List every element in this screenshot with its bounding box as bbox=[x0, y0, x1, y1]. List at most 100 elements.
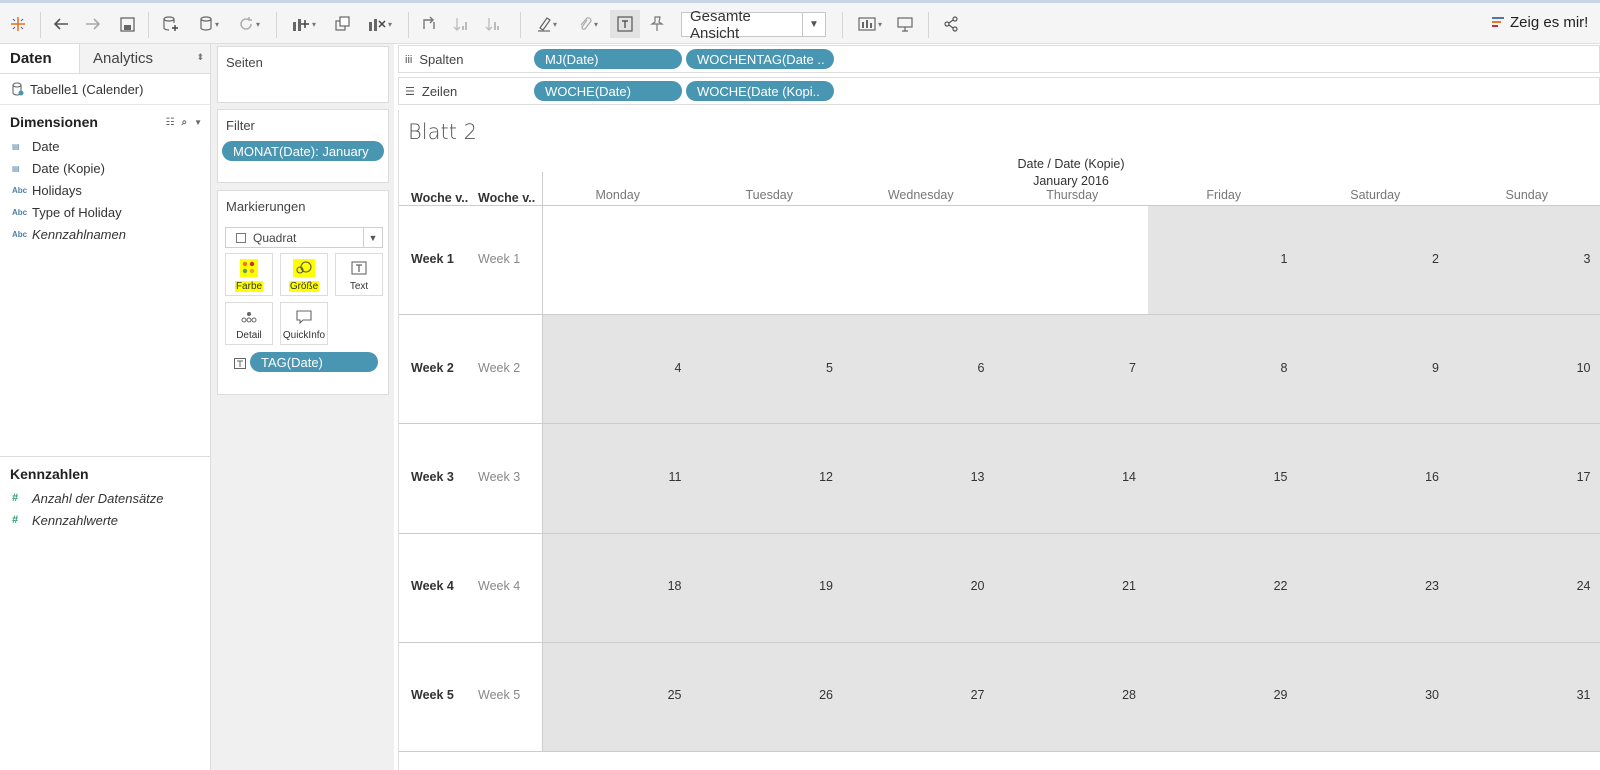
day-header[interactable]: Tuesday bbox=[694, 188, 846, 202]
week-header-kopie[interactable]: Week 5 bbox=[478, 688, 520, 702]
highlight-icon[interactable]: ▾ bbox=[530, 10, 564, 38]
view-toggle-icon[interactable]: ☷ bbox=[166, 117, 175, 128]
pause-updates-icon[interactable]: ▾ bbox=[192, 10, 226, 38]
refresh-icon[interactable]: ▾ bbox=[232, 10, 266, 38]
day-number[interactable]: 8 bbox=[1148, 361, 1288, 375]
day-number[interactable]: 4 bbox=[542, 361, 682, 375]
day-number[interactable]: 22 bbox=[1148, 579, 1288, 593]
rows-pill-2[interactable]: WOCHE(Date (Kopi.. bbox=[686, 81, 834, 101]
tab-analytics[interactable]: Analytics ⬍ bbox=[80, 44, 210, 73]
filter-pill[interactable]: MONAT(Date): January bbox=[222, 141, 384, 161]
datasource-item[interactable]: Tabelle1 (Calender) bbox=[0, 74, 210, 105]
pages-card[interactable]: Seiten bbox=[217, 46, 389, 103]
new-worksheet-icon[interactable]: ▾ bbox=[286, 10, 322, 38]
week-header[interactable]: Week 3 bbox=[411, 470, 454, 484]
day-number[interactable]: 24 bbox=[1451, 579, 1591, 593]
week-header[interactable]: Week 1 bbox=[411, 252, 454, 266]
columns-pill-1[interactable]: MJ(Date) bbox=[534, 49, 682, 69]
row-header-title-1[interactable]: Woche v.. bbox=[411, 191, 468, 205]
sort-descending-icon[interactable] bbox=[480, 10, 506, 38]
day-number[interactable]: 6 bbox=[845, 361, 985, 375]
menu-chevron-icon[interactable]: ▼ bbox=[194, 118, 202, 127]
day-number[interactable]: 29 bbox=[1148, 688, 1288, 702]
day-header[interactable]: Wednesday bbox=[845, 188, 997, 202]
redo-icon[interactable] bbox=[80, 10, 106, 38]
save-icon[interactable] bbox=[114, 10, 140, 38]
day-number[interactable]: 20 bbox=[845, 579, 985, 593]
day-number[interactable]: 13 bbox=[845, 470, 985, 484]
day-number[interactable]: 23 bbox=[1300, 579, 1439, 593]
size-button[interactable]: Größe bbox=[280, 253, 328, 296]
day-header[interactable]: Saturday bbox=[1300, 188, 1452, 202]
week-header-kopie[interactable]: Week 2 bbox=[478, 361, 520, 375]
presentation-icon[interactable] bbox=[892, 10, 918, 38]
labels-icon[interactable] bbox=[610, 10, 640, 38]
day-number[interactable]: 19 bbox=[694, 579, 833, 593]
day-header[interactable]: Friday bbox=[1148, 188, 1300, 202]
day-number[interactable]: 9 bbox=[1300, 361, 1439, 375]
field-holidays[interactable]: Abc Holidays bbox=[0, 179, 210, 201]
day-number[interactable]: 12 bbox=[694, 470, 833, 484]
show-me-button[interactable]: Zeig es mir! bbox=[1492, 14, 1588, 31]
field-date-kopie[interactable]: ▤ Date (Kopie) bbox=[0, 157, 210, 179]
duplicate-sheet-icon[interactable] bbox=[330, 10, 356, 38]
columns-pill-2[interactable]: WOCHENTAG(Date .. bbox=[686, 49, 834, 69]
week-header-kopie[interactable]: Week 4 bbox=[478, 579, 520, 593]
day-number[interactable]: 27 bbox=[845, 688, 985, 702]
tableau-logo-icon[interactable] bbox=[6, 10, 30, 38]
text-pill[interactable]: TAG(Date) bbox=[250, 352, 378, 372]
sort-ascending-icon[interactable] bbox=[448, 10, 474, 38]
detail-button[interactable]: Detail bbox=[225, 302, 273, 345]
day-number[interactable]: 7 bbox=[997, 361, 1136, 375]
week-header-kopie[interactable]: Week 3 bbox=[478, 470, 520, 484]
share-icon[interactable] bbox=[938, 10, 964, 38]
column-header-month[interactable]: January 2016 bbox=[541, 174, 1600, 188]
day-number[interactable]: 16 bbox=[1300, 470, 1439, 484]
rows-pill-1[interactable]: WOCHE(Date) bbox=[534, 81, 682, 101]
columns-shelf[interactable]: iii Spalten MJ(Date) WOCHENTAG(Date .. bbox=[398, 45, 1600, 73]
field-type-of-holiday[interactable]: Abc Type of Holiday bbox=[0, 201, 210, 223]
week-header-kopie[interactable]: Week 1 bbox=[478, 252, 520, 266]
day-header[interactable]: Sunday bbox=[1451, 188, 1600, 202]
day-number[interactable]: 1 bbox=[1148, 252, 1288, 266]
day-header[interactable]: Monday bbox=[542, 188, 694, 202]
day-number[interactable]: 2 bbox=[1300, 252, 1439, 266]
fit-view-select[interactable]: Gesamte Ansicht ▼ bbox=[681, 8, 826, 42]
undo-icon[interactable] bbox=[48, 10, 74, 38]
search-icon[interactable]: ⌕ bbox=[181, 117, 187, 128]
week-header[interactable]: Week 5 bbox=[411, 688, 454, 702]
new-datasource-icon[interactable] bbox=[158, 10, 184, 38]
day-number[interactable]: 17 bbox=[1451, 470, 1591, 484]
tooltip-button[interactable]: QuickInfo bbox=[280, 302, 328, 345]
day-number[interactable]: 31 bbox=[1451, 688, 1591, 702]
field-date[interactable]: ▤ Date bbox=[0, 135, 210, 157]
day-number[interactable]: 11 bbox=[542, 470, 682, 484]
tab-data[interactable]: Daten bbox=[0, 44, 80, 73]
day-number[interactable]: 5 bbox=[694, 361, 833, 375]
row-header-title-2[interactable]: Woche v.. bbox=[478, 191, 535, 205]
day-number[interactable]: 21 bbox=[997, 579, 1136, 593]
rows-shelf[interactable]: ☰ Zeilen WOCHE(Date) WOCHE(Date (Kopi.. bbox=[398, 77, 1600, 105]
day-number[interactable]: 18 bbox=[542, 579, 682, 593]
swap-icon[interactable] bbox=[416, 10, 442, 38]
color-button[interactable]: Farbe bbox=[225, 253, 273, 296]
day-number[interactable]: 15 bbox=[1148, 470, 1288, 484]
day-number[interactable]: 30 bbox=[1300, 688, 1439, 702]
sheet-title[interactable]: Blatt 2 bbox=[408, 120, 477, 144]
day-number[interactable]: 3 bbox=[1451, 252, 1591, 266]
day-number[interactable]: 25 bbox=[542, 688, 682, 702]
day-number[interactable]: 26 bbox=[694, 688, 833, 702]
card-toggle-icon[interactable]: ▾ bbox=[852, 10, 888, 38]
day-number[interactable]: 14 bbox=[997, 470, 1136, 484]
field-kennzahlwerte[interactable]: # Kennzahlwerte bbox=[0, 509, 210, 531]
filters-card[interactable]: Filter MONAT(Date): January bbox=[217, 109, 389, 183]
day-number[interactable]: 10 bbox=[1451, 361, 1591, 375]
group-icon[interactable]: ▾ bbox=[570, 10, 606, 38]
field-anzahl-datensaetze[interactable]: # Anzahl der Datensätze bbox=[0, 487, 210, 509]
day-header[interactable]: Thursday bbox=[997, 188, 1149, 202]
field-kennzahlnamen[interactable]: Abc Kennzahlnamen bbox=[0, 223, 210, 245]
week-header[interactable]: Week 4 bbox=[411, 579, 454, 593]
day-number[interactable]: 28 bbox=[997, 688, 1136, 702]
text-button[interactable]: Text bbox=[335, 253, 383, 296]
clear-sheet-icon[interactable]: ▾ bbox=[362, 10, 398, 38]
